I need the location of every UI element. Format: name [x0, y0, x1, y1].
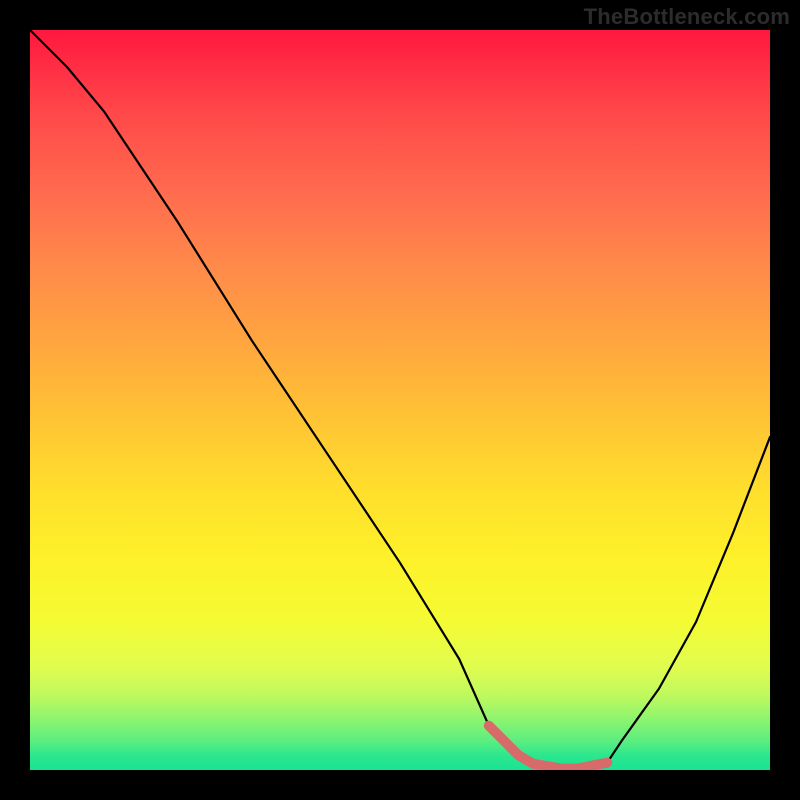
- watermark-text: TheBottleneck.com: [584, 4, 790, 30]
- optimal-range-marker: [489, 726, 607, 769]
- plot-area: [30, 30, 770, 770]
- chart-frame: TheBottleneck.com: [0, 0, 800, 800]
- bottleneck-curve: [30, 30, 770, 770]
